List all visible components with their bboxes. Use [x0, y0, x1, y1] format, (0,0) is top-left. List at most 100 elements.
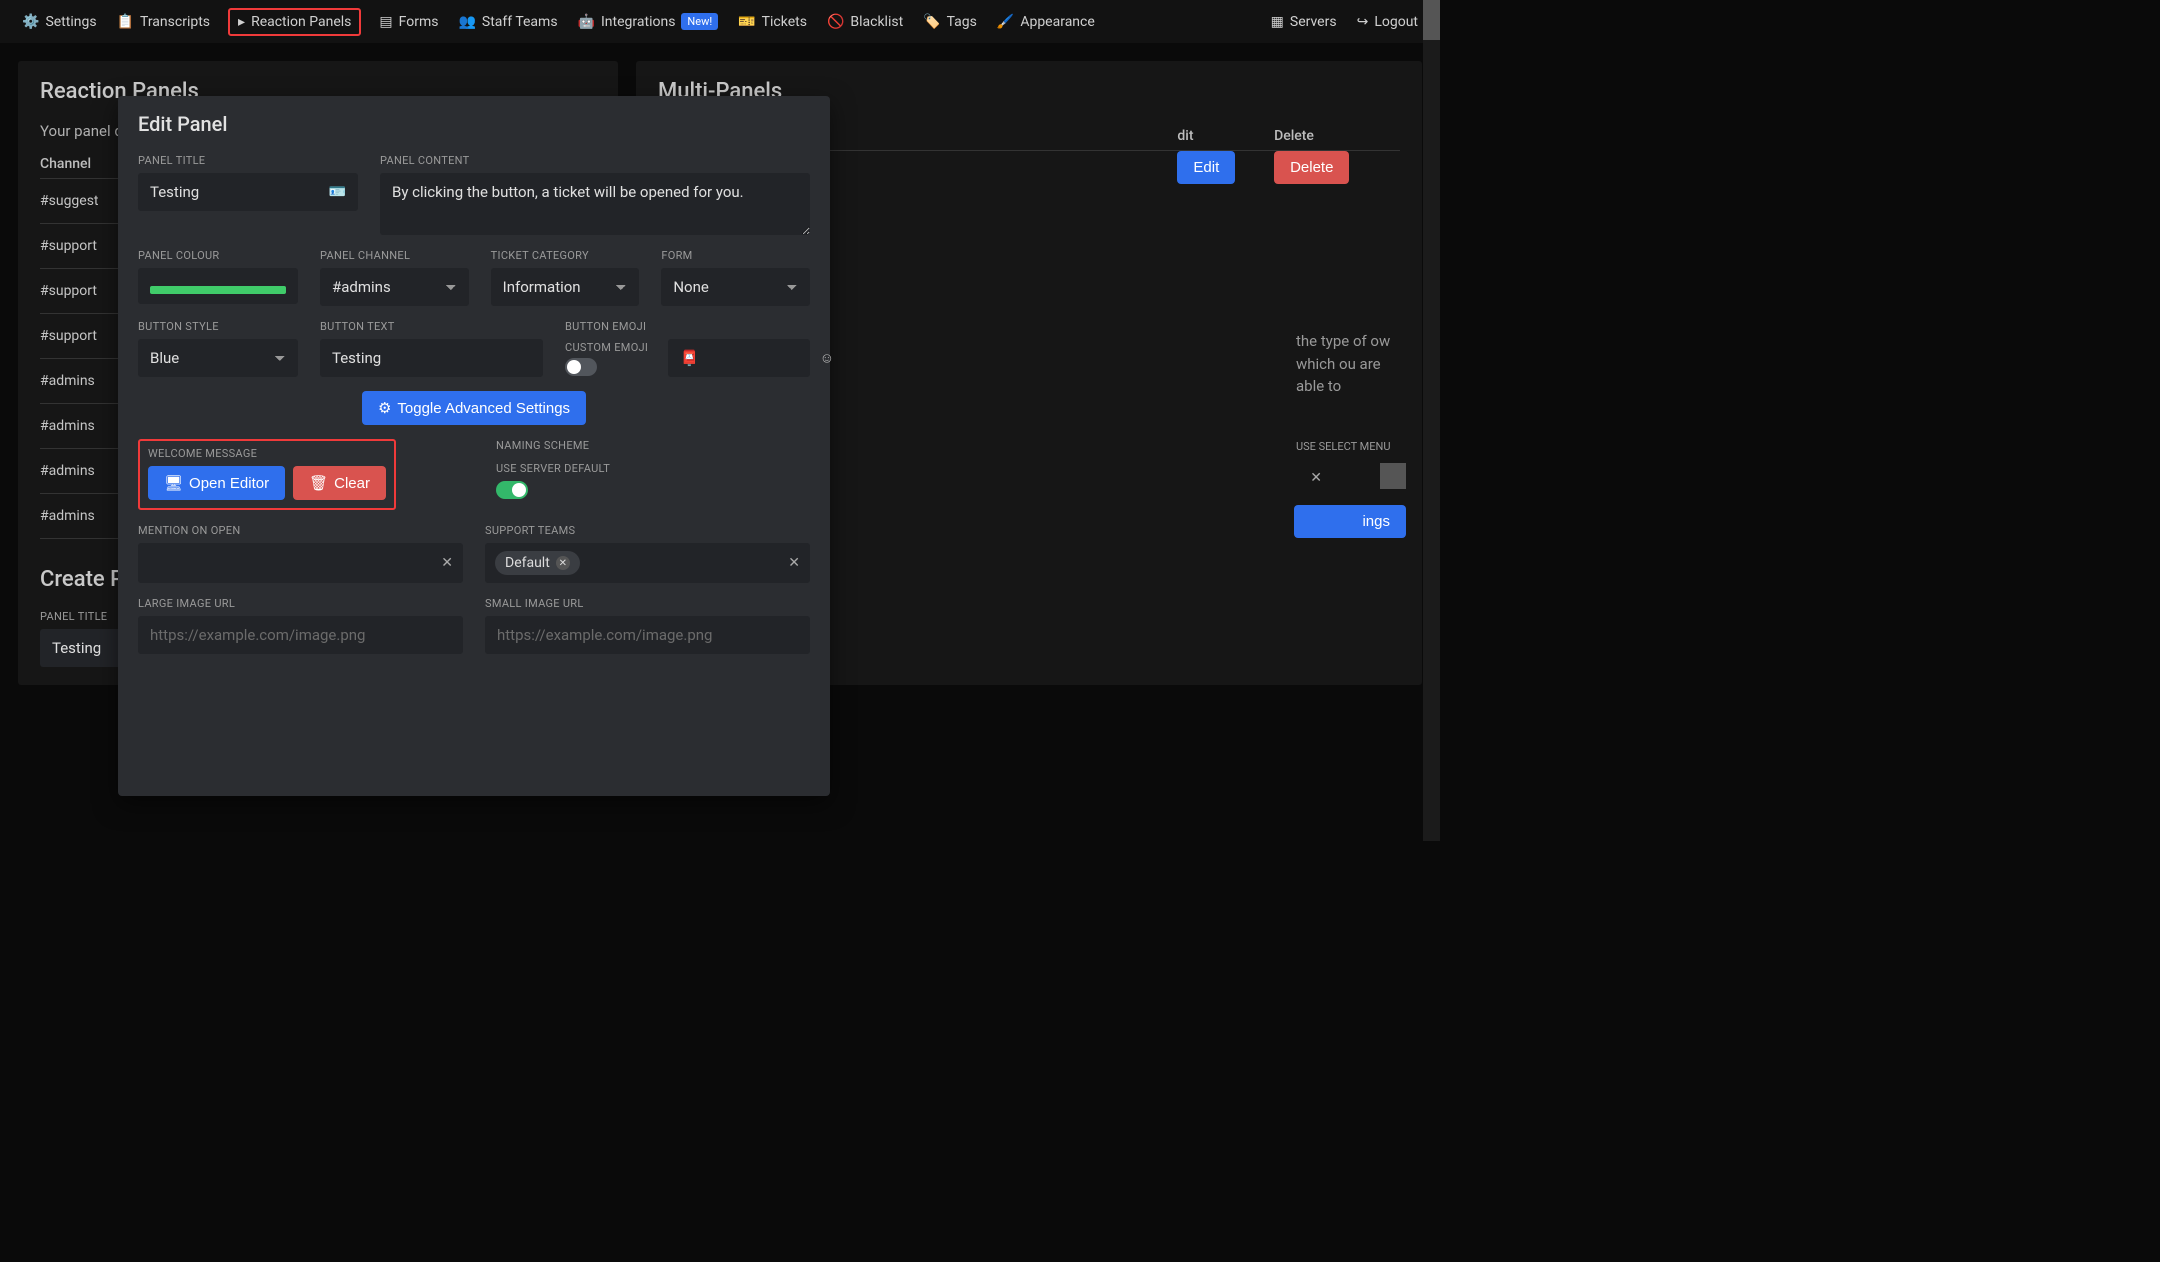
- nav-settings[interactable]: ⚙️ Settings: [20, 8, 99, 36]
- nav-blacklist[interactable]: 🚫 Blacklist: [825, 8, 905, 36]
- nav-servers-label: Servers: [1290, 14, 1337, 30]
- emoji-clear-x[interactable]: ✕: [1310, 470, 1322, 486]
- logout-icon: ↪: [1357, 14, 1369, 30]
- form-icon: ▤: [379, 14, 392, 30]
- nav-integrations[interactable]: 🤖 Integrations New!: [576, 7, 721, 36]
- panel-title-input[interactable]: [138, 173, 358, 211]
- panel-colour-label: PANEL COLOUR: [138, 249, 298, 262]
- ticket-icon: 🎫: [738, 14, 755, 30]
- large-image-input[interactable]: [138, 616, 463, 654]
- id-card-icon: 🪪: [329, 184, 346, 200]
- scrollbar-thumb[interactable]: [1423, 0, 1440, 40]
- welcome-message-label: WELCOME MESSAGE: [148, 447, 386, 460]
- nav-transcripts[interactable]: 📋 Transcripts: [115, 8, 212, 36]
- col-edit: dit: [1177, 122, 1274, 151]
- nav-servers[interactable]: ▦ Servers: [1269, 8, 1339, 36]
- panel-title-label: PANEL TITLE: [138, 154, 358, 167]
- nav-settings-label: Settings: [45, 14, 96, 30]
- sliders-icon: ⚙: [378, 399, 391, 417]
- mention-on-open-label: MENTION ON OPEN: [138, 524, 463, 537]
- ticket-category-label: TICKET CATEGORY: [491, 249, 640, 262]
- panel-colour-picker[interactable]: [138, 268, 298, 304]
- topbar: ⚙️ Settings 📋 Transcripts ▸ Reaction Panels…: [0, 0, 1440, 43]
- nav-appearance-label: Appearance: [1020, 14, 1094, 30]
- chip-remove-icon[interactable]: ✕: [556, 556, 570, 570]
- nav-tags[interactable]: 🏷️ Tags: [921, 8, 979, 36]
- use-select-menu-label: USE SELECT MENU: [1296, 440, 1406, 453]
- nav-logout-label: Logout: [1374, 14, 1418, 30]
- robot-icon: 🤖: [578, 14, 595, 30]
- toggle-advanced-button[interactable]: ⚙ Toggle Advanced Settings: [362, 391, 586, 425]
- use-select-menu-toggle[interactable]: [1380, 463, 1406, 489]
- brush-icon: 🖌️: [997, 14, 1014, 30]
- clear-button[interactable]: 🗑 Clear: [293, 466, 386, 500]
- gears-icon: ⚙️: [22, 14, 39, 30]
- edit-panel-modal: Edit Panel PANEL TITLE 🪪 PANEL CONTENT P…: [118, 96, 830, 796]
- custom-emoji-toggle[interactable]: [565, 358, 597, 376]
- emoji-picker-icon[interactable]: ☺: [820, 350, 834, 367]
- multi-edit-button[interactable]: Edit: [1177, 151, 1235, 184]
- server-icon: ▦: [1271, 14, 1284, 30]
- support-teams-label: SUPPORT TEAMS: [485, 524, 810, 537]
- clear-icon[interactable]: ✕: [788, 555, 800, 571]
- chip-label: Default: [505, 555, 550, 571]
- ban-icon: 🚫: [827, 14, 844, 30]
- col-delete: Delete: [1274, 122, 1400, 151]
- small-image-input[interactable]: [485, 616, 810, 654]
- toggle-advanced-bg-button[interactable]: ings: [1294, 505, 1406, 538]
- form-select[interactable]: None: [661, 268, 810, 306]
- open-editor-button[interactable]: 🖥 Open Editor: [148, 466, 285, 500]
- nav-staff-teams[interactable]: 👥 Staff Teams: [456, 8, 559, 36]
- button-text-input[interactable]: [320, 339, 543, 377]
- emoji-input[interactable]: [668, 339, 810, 377]
- nav-logout[interactable]: ↪ Logout: [1355, 8, 1420, 36]
- use-server-default-toggle[interactable]: [496, 481, 528, 499]
- clear-icon[interactable]: ✕: [441, 555, 453, 571]
- button-text-label: BUTTON TEXT: [320, 320, 543, 333]
- toggle-advanced-label: Toggle Advanced Settings: [397, 400, 570, 417]
- nav-integrations-label: Integrations: [601, 14, 675, 30]
- nav-tickets-label: Tickets: [762, 14, 807, 30]
- panel-content-label: PANEL CONTENT: [380, 154, 810, 167]
- new-badge: New!: [681, 13, 718, 30]
- multi-delete-button[interactable]: Delete: [1274, 151, 1349, 184]
- panel-channel-select[interactable]: #admins: [320, 268, 469, 306]
- nav-reaction-panels[interactable]: ▸ Reaction Panels: [228, 8, 361, 36]
- cursor-icon: ▸: [238, 14, 245, 30]
- custom-emoji-label: CUSTOM EMOJI: [565, 341, 648, 354]
- button-emoji-label: BUTTON EMOJI: [565, 320, 810, 333]
- button-style-select[interactable]: Blue: [138, 339, 298, 377]
- scrollbar-track[interactable]: [1423, 0, 1440, 841]
- editor-icon: 🖥: [164, 474, 183, 492]
- multi-panel-desc: the type of ow which ou are able to: [1296, 330, 1406, 398]
- users-icon: 👥: [458, 14, 475, 30]
- support-teams-input[interactable]: Default ✕ ✕: [485, 543, 810, 583]
- copy-icon: 📋: [117, 14, 134, 30]
- support-team-chip: Default ✕: [495, 551, 580, 575]
- ticket-category-select[interactable]: Information: [491, 268, 640, 306]
- large-image-label: LARGE IMAGE URL: [138, 597, 463, 610]
- nav-staff-teams-label: Staff Teams: [482, 14, 558, 30]
- button-style-label: BUTTON STYLE: [138, 320, 298, 333]
- use-server-default-label: USE SERVER DEFAULT: [496, 462, 810, 475]
- nav-tags-label: Tags: [947, 14, 977, 30]
- nav-forms[interactable]: ▤ Forms: [377, 8, 440, 36]
- naming-scheme-label: NAMING SCHEME: [496, 439, 810, 452]
- trash-icon: 🗑: [309, 474, 328, 492]
- small-image-label: SMALL IMAGE URL: [485, 597, 810, 610]
- mention-on-open-input[interactable]: ✕: [138, 543, 463, 583]
- panel-channel-label: PANEL CHANNEL: [320, 249, 469, 262]
- panel-content-textarea[interactable]: [380, 173, 810, 235]
- nav-reaction-panels-label: Reaction Panels: [251, 14, 351, 30]
- open-editor-label: Open Editor: [189, 475, 269, 492]
- tag-icon: 🏷️: [923, 14, 940, 30]
- nav-appearance[interactable]: 🖌️ Appearance: [995, 8, 1097, 36]
- nav-tickets[interactable]: 🎫 Tickets: [736, 8, 809, 36]
- clear-label: Clear: [334, 475, 370, 492]
- form-label: FORM: [661, 249, 810, 262]
- nav-transcripts-label: Transcripts: [140, 14, 210, 30]
- modal-title: Edit Panel: [138, 112, 810, 136]
- welcome-message-block: WELCOME MESSAGE 🖥 Open Editor 🗑 Clear: [138, 439, 396, 510]
- nav-blacklist-label: Blacklist: [850, 14, 903, 30]
- nav-forms-label: Forms: [399, 14, 439, 30]
